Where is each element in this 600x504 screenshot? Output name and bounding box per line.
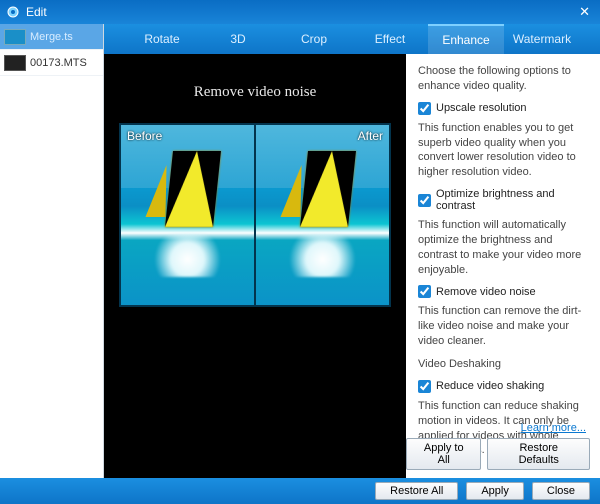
enhance-panel: Choose the following options to enhance … (406, 54, 600, 478)
close-icon[interactable]: ✕ (575, 4, 594, 20)
sidebar: Merge.ts 00173.MTS (0, 24, 104, 478)
apply-to-all-button[interactable]: Apply to All (406, 438, 481, 470)
option-noise[interactable]: Remove video noise (418, 285, 588, 298)
restore-defaults-button[interactable]: Restore Defaults (487, 438, 590, 470)
close-button[interactable]: Close (532, 482, 590, 500)
option-label: Remove video noise (436, 286, 536, 298)
tab-effect[interactable]: Effect (352, 24, 428, 54)
deshake-heading: Video Deshaking (418, 357, 588, 372)
after-label: After (358, 129, 383, 143)
sidebar-item-00173[interactable]: 00173.MTS (0, 50, 103, 76)
enhance-intro: Choose the following options to enhance … (418, 64, 588, 94)
option-label: Reduce video shaking (436, 380, 544, 392)
sidebar-item-label: 00173.MTS (30, 57, 87, 69)
before-label: Before (127, 129, 162, 143)
option-desc: This function can remove the dirt-like v… (418, 304, 588, 349)
window-title: Edit (26, 5, 575, 19)
option-label: Optimize brightness and contrast (436, 188, 588, 212)
tab-watermark[interactable]: Watermark (504, 24, 580, 54)
checkbox-noise[interactable] (418, 285, 431, 298)
tab-enhance[interactable]: Enhance (428, 24, 504, 54)
option-brightness[interactable]: Optimize brightness and contrast (418, 188, 588, 212)
checkbox-brightness[interactable] (418, 194, 431, 207)
apply-button[interactable]: Apply (466, 482, 524, 500)
titlebar: Edit ✕ (0, 0, 600, 24)
after-pane: After (254, 125, 389, 305)
sidebar-item-merge[interactable]: Merge.ts (0, 24, 103, 50)
thumbnail-icon (4, 29, 26, 45)
before-after-compare: Before After (119, 123, 391, 307)
checkbox-deshake[interactable] (418, 380, 431, 393)
option-upscale[interactable]: Upscale resolution (418, 102, 588, 115)
sidebar-item-label: Merge.ts (30, 31, 73, 43)
tab-crop[interactable]: Crop (276, 24, 352, 54)
app-icon (6, 5, 20, 19)
learn-more-link[interactable]: Learn more... (521, 422, 586, 434)
restore-all-button[interactable]: Restore All (375, 482, 458, 500)
option-label: Upscale resolution (436, 102, 527, 114)
checkbox-upscale[interactable] (418, 102, 431, 115)
preview-area: Remove video noise Before After (104, 54, 406, 478)
option-desc: This function will automatically optimiz… (418, 218, 588, 277)
tab-rotate[interactable]: Rotate (124, 24, 200, 54)
tabs: Rotate 3D Crop Effect Enhance Watermark (104, 24, 600, 54)
tab-3d[interactable]: 3D (200, 24, 276, 54)
option-deshake[interactable]: Reduce video shaking (418, 380, 588, 393)
option-desc: This function enables you to get superb … (418, 121, 588, 180)
preview-title: Remove video noise (194, 84, 316, 101)
footer: Restore All Apply Close (0, 478, 600, 504)
before-pane: Before (121, 125, 254, 305)
thumbnail-icon (4, 55, 26, 71)
